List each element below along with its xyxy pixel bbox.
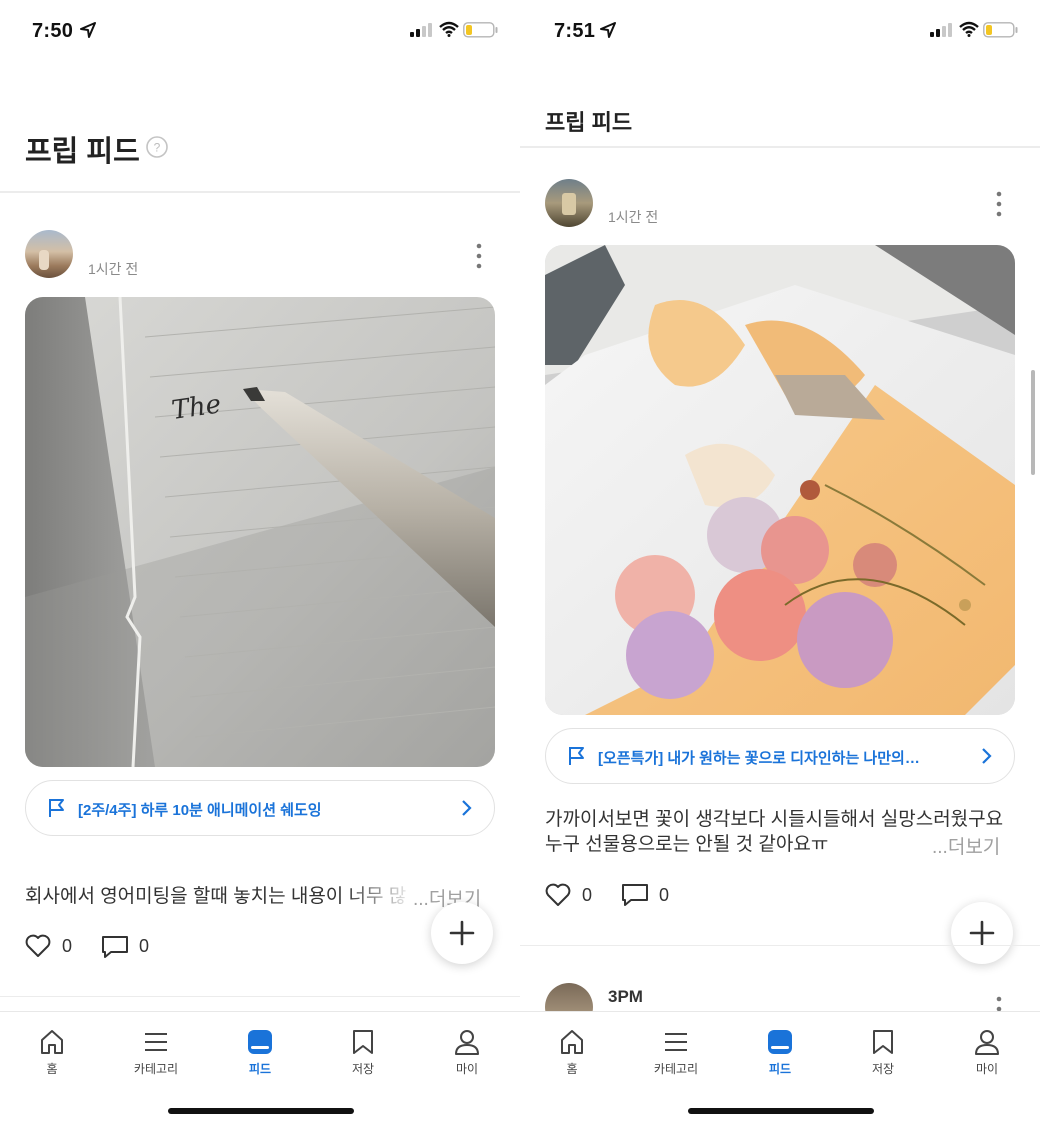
nav-saved[interactable]: 저장	[323, 1028, 403, 1078]
plus-icon	[449, 920, 475, 946]
feed-screen-right: 7:51 프립 피드 1시간 전 [오픈특가] 내가 원하는 꽃으로 디자인하는…	[520, 0, 1040, 1125]
header-divider	[0, 191, 520, 193]
nav-home-label: 홈	[46, 1062, 58, 1076]
flag-icon	[569, 747, 584, 765]
more-options-icon[interactable]	[996, 191, 1002, 217]
status-bar: 7:50	[0, 0, 520, 60]
nav-category-label: 카테고리	[133, 1062, 179, 1076]
wifi-icon	[959, 21, 979, 37]
create-post-button[interactable]	[431, 902, 493, 964]
svg-text:?: ?	[154, 141, 161, 155]
nav-my[interactable]: 마이	[947, 1028, 1027, 1078]
home-icon	[561, 1030, 583, 1054]
feed-icon	[768, 1030, 792, 1054]
scrollbar-thumb[interactable]	[1031, 370, 1035, 475]
heart-icon[interactable]	[545, 883, 571, 907]
nav-category-label: 카테고리	[653, 1062, 699, 1076]
home-indicator	[168, 1108, 354, 1114]
cellular-signal-icon	[410, 23, 432, 37]
post-divider	[520, 945, 1040, 946]
status-time: 7:50	[32, 20, 74, 42]
nav-my-label: 마이	[975, 1062, 999, 1076]
linked-product-label: [오픈특가] 내가 원하는 꽃으로 디자인하는 나만의…	[598, 750, 920, 767]
comment-icon[interactable]	[621, 883, 649, 907]
nav-saved-label: 저장	[351, 1062, 375, 1076]
chevron-right-icon	[462, 800, 472, 816]
person-icon	[455, 1030, 479, 1055]
create-post-button[interactable]	[951, 902, 1013, 964]
more-options-icon[interactable]	[476, 243, 482, 269]
location-arrow-icon	[80, 22, 96, 38]
post-caption-line-1: 가까이서보면 꽃이 생각보다 시들시들해서 실망스러웠구요	[545, 809, 1004, 830]
linked-product-label: [2주/4주] 하루 10분 애니메이션 쉐도잉	[78, 802, 322, 819]
comment-count: 0	[139, 936, 150, 956]
header-divider	[520, 146, 1040, 148]
status-bar: 7:51	[520, 0, 1040, 60]
nav-category[interactable]: 카테고리	[116, 1028, 196, 1078]
nav-home-label: 홈	[566, 1062, 578, 1076]
nav-feed-label: 피드	[248, 1062, 272, 1076]
nav-saved-label: 저장	[871, 1062, 895, 1076]
nav-home[interactable]: 홈	[12, 1028, 92, 1078]
like-count: 0	[582, 885, 593, 905]
post-divider	[0, 996, 520, 997]
nav-feed-label: 피드	[768, 1062, 792, 1076]
flag-icon	[49, 799, 64, 817]
battery-icon	[983, 22, 1018, 38]
question-circle-icon[interactable]: ?	[146, 136, 168, 158]
feed-icon	[248, 1030, 272, 1054]
see-more-link[interactable]: ...더보기	[932, 832, 1000, 859]
notebook-pen-photo: The	[25, 297, 495, 767]
post-caption-line-2: 누구 선물용으로는 안될 것 같아요ㅠ	[545, 834, 829, 855]
post-photo[interactable]	[545, 245, 1015, 715]
menu-icon	[145, 1033, 167, 1051]
post-photo[interactable]: The	[25, 297, 495, 767]
nav-saved[interactable]: 저장	[843, 1028, 923, 1078]
bookmark-icon	[353, 1030, 373, 1054]
wifi-icon	[439, 21, 459, 37]
plus-icon	[969, 920, 995, 946]
feed-screen-left: 7:50 프립 피드 ? 1시간 전 The [2주/4주] 하루 10분 애니…	[0, 0, 520, 1125]
nav-feed[interactable]: 피드	[740, 1028, 820, 1078]
home-icon	[41, 1030, 63, 1054]
page-title: 프립 피드	[545, 110, 633, 135]
nav-feed[interactable]: 피드	[220, 1028, 300, 1078]
comment-count: 0	[659, 885, 670, 905]
nav-home[interactable]: 홈	[532, 1028, 612, 1078]
flower-bouquet-photo	[545, 245, 1015, 715]
nav-my-label: 마이	[455, 1062, 479, 1076]
page-title: 프립 피드	[25, 136, 140, 168]
status-time: 7:51	[554, 20, 596, 42]
linked-product-button[interactable]: [2주/4주] 하루 10분 애니메이션 쉐도잉	[25, 780, 495, 836]
nav-my[interactable]: 마이	[427, 1028, 507, 1078]
avatar[interactable]	[25, 230, 73, 278]
person-icon	[975, 1030, 999, 1055]
menu-icon	[665, 1033, 687, 1051]
location-arrow-icon	[600, 22, 616, 38]
heart-icon[interactable]	[25, 934, 51, 958]
post-time: 1시간 전	[608, 209, 659, 225]
comment-icon[interactable]	[101, 935, 129, 959]
battery-icon	[463, 22, 498, 38]
nav-category[interactable]: 카테고리	[636, 1028, 716, 1078]
bookmark-icon	[873, 1030, 893, 1054]
avatar[interactable]	[545, 179, 593, 227]
caption-fade	[345, 882, 415, 912]
chevron-right-icon	[982, 748, 992, 764]
cellular-signal-icon	[930, 23, 952, 37]
home-indicator	[688, 1108, 874, 1114]
next-post-author[interactable]: 3PM	[608, 987, 643, 1007]
like-count: 0	[62, 936, 73, 956]
linked-product-button[interactable]: [오픈특가] 내가 원하는 꽃으로 디자인하는 나만의…	[545, 728, 1015, 784]
post-time: 1시간 전	[88, 261, 139, 277]
